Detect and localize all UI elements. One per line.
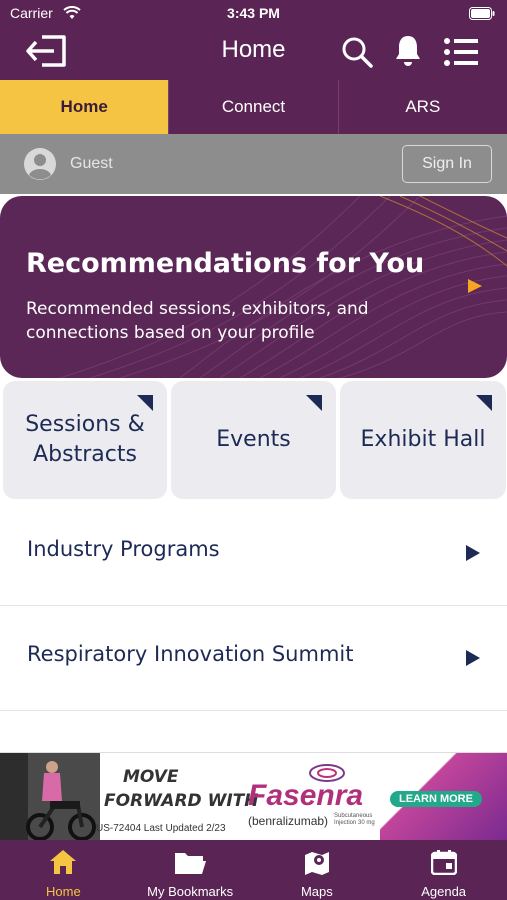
play-arrow-icon [466, 650, 480, 666]
tile-exhibit-hall[interactable]: Exhibit Hall [340, 381, 506, 499]
user-name: Guest [70, 155, 113, 172]
tile-label: Sessions & Abstracts [25, 412, 145, 467]
page-title: Home [221, 36, 286, 63]
nav-item-maps[interactable]: Maps [254, 840, 381, 900]
ad-code: US-72404 Last Updated 2/23 [96, 823, 226, 834]
nav-label: Maps [300, 884, 333, 899]
motorcycle-rider-image [0, 753, 100, 841]
tile-sessions-abstracts[interactable]: Sessions & Abstracts [3, 381, 167, 499]
map-icon [303, 849, 331, 877]
sign-in-button[interactable]: Sign In [402, 145, 492, 183]
nav-item-home[interactable]: Home [0, 840, 127, 900]
list-item-industry-programs[interactable]: Industry Programs [0, 501, 507, 606]
ad-headline-1: MOVE [123, 767, 179, 787]
bell-icon[interactable] [394, 34, 422, 68]
menu-list-icon[interactable] [444, 38, 478, 66]
recommendations-description: Recommended sessions, exhibitors, and co… [26, 299, 369, 343]
avatar-icon [24, 148, 56, 180]
tab-ars[interactable]: ARS [338, 80, 507, 134]
list-item-label: Respiratory Innovation Summit [27, 642, 354, 666]
play-arrow-icon [468, 279, 482, 293]
list-item-label: Industry Programs [27, 537, 220, 561]
status-time: 3:43 PM [227, 5, 280, 21]
corner-indicator-icon [476, 395, 492, 411]
corner-indicator-icon [137, 395, 153, 411]
tile-label: Events [216, 427, 291, 452]
ad-headline-2: FORWARD WITH [104, 791, 259, 811]
ad-brand-name: Fasenra [248, 779, 364, 812]
user-bar: Guest Sign In [0, 134, 507, 194]
list-item-respiratory-innovation-summit[interactable]: Respiratory Innovation Summit [0, 606, 507, 711]
search-icon[interactable] [341, 36, 373, 68]
ad-banner[interactable]: MOVE FORWARD WITH US-72404 Last Updated … [0, 752, 507, 841]
main-tabs: Home Connect ARS [0, 80, 507, 134]
corner-indicator-icon [306, 395, 322, 411]
nav-label: My Bookmarks [147, 884, 234, 899]
recommendations-banner[interactable]: Recommendations for You Recommended sess… [0, 196, 507, 378]
tile-label: Exhibit Hall [360, 427, 486, 452]
ad-learn-more-button[interactable]: LEARN MORE [390, 791, 482, 807]
nav-label: Agenda [421, 884, 467, 899]
tab-connect[interactable]: Connect [168, 80, 339, 134]
battery-icon [469, 7, 495, 20]
wave-pattern-decoration [59, 196, 507, 378]
recommendations-title: Recommendations for You [26, 248, 425, 279]
calendar-icon [430, 849, 457, 877]
nav-label: Home [46, 884, 81, 899]
home-icon [49, 849, 77, 877]
nav-item-agenda[interactable]: Agenda [380, 840, 507, 900]
app-header: Carrier 3:43 PM Home [0, 0, 507, 80]
nav-item-my-bookmarks[interactable]: My Bookmarks [127, 840, 254, 900]
play-arrow-icon [466, 545, 480, 561]
bottom-nav: Home My Bookmarks Maps Agenda [0, 840, 507, 900]
ad-dose-1: Subcutaneous [334, 813, 373, 819]
tile-events[interactable]: Events [171, 381, 336, 499]
tab-home[interactable]: Home [0, 80, 169, 134]
folder-icon [173, 849, 207, 877]
ad-generic-name: (benralizumab) [248, 814, 329, 828]
ad-dose-2: Injection 30 mg [334, 820, 375, 826]
